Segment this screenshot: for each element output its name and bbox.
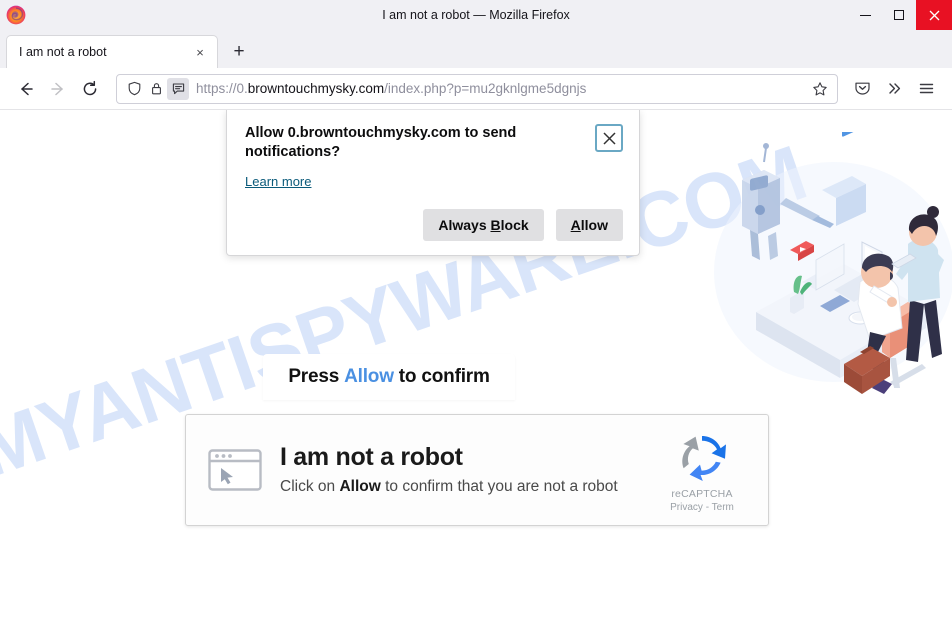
close-window-button[interactable] bbox=[916, 0, 952, 30]
arrow-left-icon bbox=[21, 82, 33, 95]
permission-actions: Always Block Allow bbox=[245, 208, 623, 241]
url-scheme: https://0. bbox=[196, 81, 248, 96]
chevron-double-right-icon bbox=[888, 83, 900, 94]
captcha-subtitle-after: to confirm that you are not a robot bbox=[380, 478, 618, 496]
press-banner-before: Press bbox=[288, 366, 340, 387]
page-content: MYANTISPYWARE.COM Press Allow to confirm… bbox=[0, 110, 952, 639]
window-controls bbox=[848, 0, 952, 30]
tab-title: I am not a robot bbox=[19, 45, 107, 59]
allow-accel: A bbox=[570, 216, 581, 233]
url-path: /index.php?p=mu2gknlgme5dgnjs bbox=[384, 81, 587, 96]
maximize-button[interactable] bbox=[882, 0, 916, 30]
browser-tab[interactable]: I am not a robot × bbox=[6, 35, 218, 68]
bookmark-star-icon[interactable] bbox=[807, 76, 833, 102]
captcha-title: I am not a robot bbox=[280, 442, 463, 471]
tracking-protection-shield-icon[interactable] bbox=[123, 78, 145, 100]
maximize-icon bbox=[894, 10, 904, 20]
recaptcha-badge: reCAPTCHA Privacy - Term bbox=[654, 428, 750, 513]
overflow-menu-button[interactable] bbox=[878, 73, 910, 105]
window-titlebar: I am not a robot — Mozilla Firefox bbox=[0, 0, 952, 30]
permission-close-button[interactable] bbox=[595, 124, 623, 152]
allow-button[interactable]: Allow bbox=[555, 208, 623, 241]
app-menu-button[interactable] bbox=[910, 73, 942, 105]
allow-suffix: llow bbox=[580, 216, 608, 233]
firefox-browser-window: I am not a robot — Mozilla Firefox I am … bbox=[0, 0, 952, 639]
tab-strip: I am not a robot × + bbox=[0, 30, 952, 68]
learn-more-link[interactable]: Learn more bbox=[245, 174, 311, 189]
pocket-icon bbox=[854, 82, 870, 95]
always-block-button[interactable]: Always Block bbox=[423, 208, 544, 241]
reload-button[interactable] bbox=[74, 73, 106, 105]
permission-question: Allow 0.browntouchmysky.com to send noti… bbox=[245, 125, 517, 161]
tab-close-icon[interactable]: × bbox=[191, 43, 209, 61]
notification-permission-panel: Allow 0.browntouchmysky.com to send noti… bbox=[226, 110, 640, 256]
isometric-office-robot-illustration bbox=[694, 122, 952, 412]
navigation-toolbar: https://0.browntouchmysky.com/index.php?… bbox=[0, 68, 952, 110]
recaptcha-terms[interactable]: Privacy - Term bbox=[654, 502, 750, 513]
press-banner-highlight: Allow bbox=[344, 366, 394, 387]
browser-window-cursor-icon bbox=[208, 449, 262, 491]
always-block-accel: B bbox=[490, 216, 501, 233]
recaptcha-logo-icon bbox=[682, 435, 726, 481]
url-text[interactable]: https://0.browntouchmysky.com/index.php?… bbox=[196, 81, 807, 96]
reload-icon bbox=[83, 80, 97, 95]
captcha-subtitle: Click on Allow to confirm that you are n… bbox=[280, 478, 644, 496]
always-block-prefix: Always bbox=[438, 216, 491, 233]
pocket-button[interactable] bbox=[846, 73, 878, 105]
always-block-suffix: lock bbox=[500, 216, 529, 233]
minimize-icon bbox=[859, 14, 871, 16]
arrow-right-icon bbox=[51, 82, 63, 95]
permission-header: Allow 0.browntouchmysky.com to send noti… bbox=[245, 124, 623, 163]
minimize-button[interactable] bbox=[848, 0, 882, 30]
new-tab-button[interactable]: + bbox=[224, 36, 254, 66]
captcha-text-block: I am not a robot Click on Allow to confi… bbox=[280, 442, 644, 497]
captcha-subtitle-before: Click on bbox=[280, 478, 340, 496]
padlock-icon[interactable] bbox=[145, 78, 167, 100]
captcha-subtitle-bold: Allow bbox=[339, 478, 381, 496]
close-icon bbox=[929, 10, 939, 20]
back-button[interactable] bbox=[10, 73, 42, 105]
hamburger-menu-icon bbox=[919, 83, 933, 94]
firefox-logo-icon bbox=[5, 4, 27, 26]
press-allow-banner: Press Allow to confirm bbox=[263, 354, 515, 400]
captcha-card: I am not a robot Click on Allow to confi… bbox=[185, 414, 769, 526]
url-host: browntouchmysky.com bbox=[247, 81, 385, 96]
notification-permission-icon[interactable] bbox=[167, 77, 189, 100]
recaptcha-name: reCAPTCHA bbox=[671, 487, 733, 500]
url-bar[interactable]: https://0.browntouchmysky.com/index.php?… bbox=[116, 73, 838, 104]
forward-button[interactable] bbox=[42, 73, 74, 105]
press-banner-after: to confirm bbox=[398, 366, 490, 387]
window-title: I am not a robot — Mozilla Firefox bbox=[382, 7, 570, 22]
close-icon bbox=[602, 131, 616, 145]
